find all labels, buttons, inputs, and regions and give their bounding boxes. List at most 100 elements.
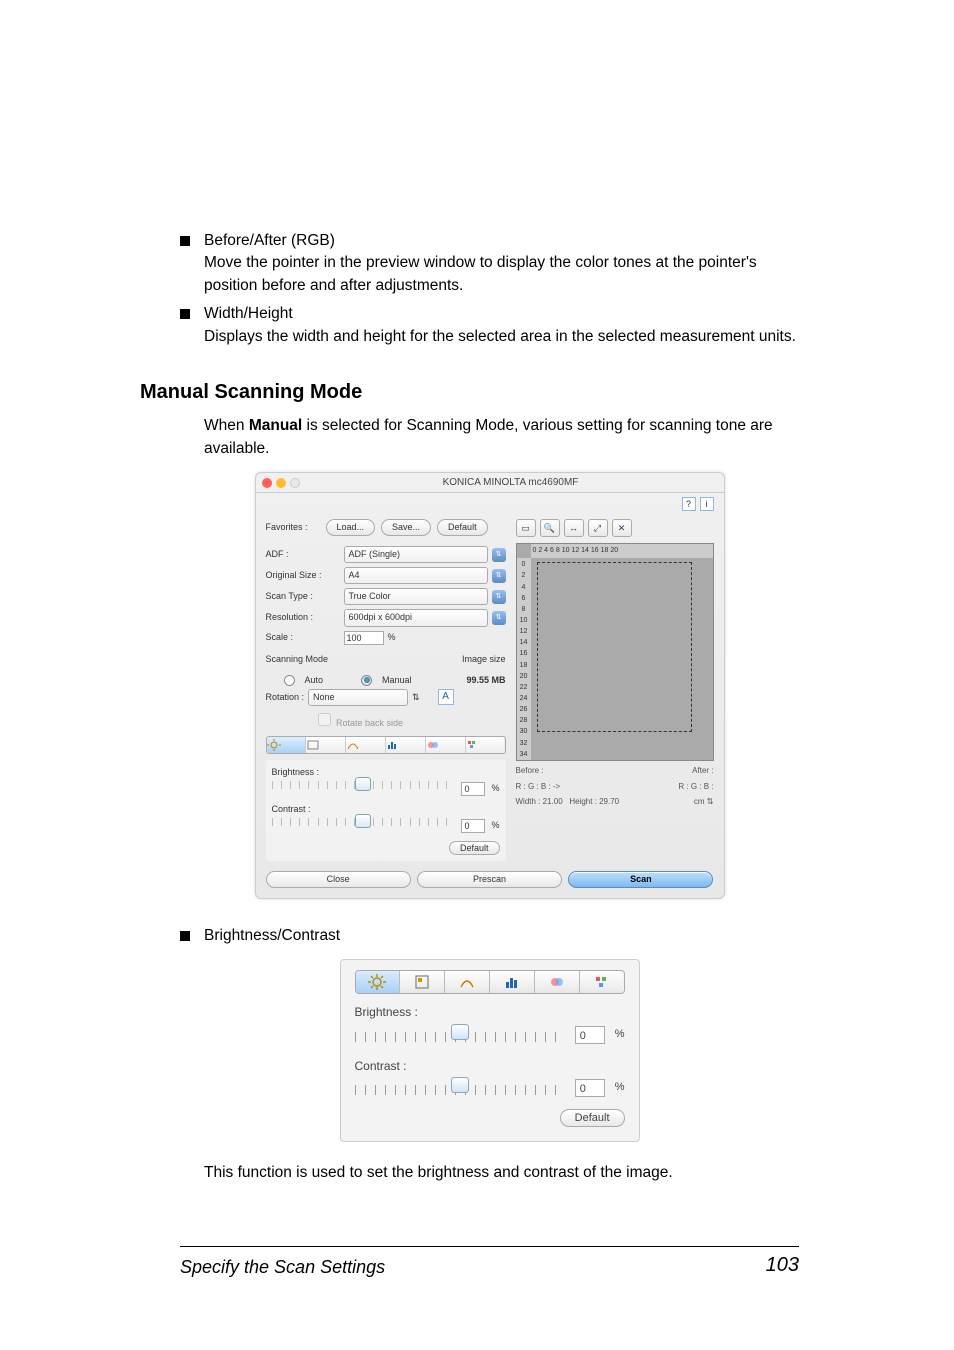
bullet-before-after: Before/After (RGB) Move the pointer in t… xyxy=(180,230,799,297)
bullet-desc: Move the pointer in the preview window t… xyxy=(204,254,757,293)
tab-hue[interactable] xyxy=(580,971,624,993)
tab-balance[interactable] xyxy=(535,971,580,993)
close-button[interactable]: Close xyxy=(266,871,411,888)
tab-balance[interactable] xyxy=(426,737,466,753)
intro-bold: Manual xyxy=(249,417,302,434)
tab-levels[interactable] xyxy=(386,737,426,753)
color-icon xyxy=(548,974,566,990)
brightness-input[interactable]: 0 xyxy=(461,782,485,796)
auto-radio[interactable] xyxy=(284,675,295,686)
fit-width-icon[interactable]: ↔ xyxy=(564,519,584,537)
fit-page-icon[interactable]: ⤢ xyxy=(588,519,608,537)
default-button[interactable]: Default xyxy=(560,1109,625,1127)
brightness-label: Brightness : xyxy=(355,1004,625,1021)
inner-default-button[interactable]: Default xyxy=(449,841,500,855)
scantype-select[interactable]: True Color xyxy=(344,588,488,605)
chevron-updown-icon[interactable]: ⇅ xyxy=(492,548,506,562)
adjust-tabstrip xyxy=(355,970,625,994)
resolution-select[interactable]: 600dpi x 600dpi xyxy=(344,609,488,626)
manual-radio[interactable] xyxy=(361,675,372,686)
preview-area[interactable]: 0 2 4 6 8 10 12 14 16 18 20 024681012141… xyxy=(516,543,714,761)
sun-icon xyxy=(368,974,386,990)
brightness-panel-screenshot: Brightness : 0 % Contrast : 0 % Default xyxy=(340,959,640,1142)
page-number: 103 xyxy=(766,1251,799,1280)
width-info: Width : 21.00 xyxy=(516,797,563,806)
intro-pre: When xyxy=(204,417,249,434)
select-tool-icon[interactable]: ▭ xyxy=(516,519,536,537)
bullet-icon xyxy=(180,236,190,246)
size-select[interactable]: A4 xyxy=(344,567,488,584)
scanmode-label: Scanning Mode xyxy=(266,653,356,666)
scantype-value: True Color xyxy=(349,590,391,603)
tab-filter[interactable] xyxy=(400,971,445,993)
crop-icon[interactable]: ✕ xyxy=(612,519,632,537)
scanner-dialog-screenshot: KONICA MINOLTA mc4690MF ? i Favorites : … xyxy=(255,472,725,899)
slider-knob[interactable] xyxy=(451,1077,469,1093)
rotate-back-label: Rotate back side xyxy=(336,718,403,728)
page-footer: Specify the Scan Settings 103 xyxy=(180,1246,799,1280)
brightness-input[interactable]: 0 xyxy=(575,1026,605,1044)
scantype-label: Scan Type : xyxy=(266,590,344,603)
bullet-width-height: Width/Height Displays the width and heig… xyxy=(180,303,799,348)
size-label: Original Size : xyxy=(266,569,344,582)
size-value: A4 xyxy=(349,569,360,582)
rotation-value: None xyxy=(313,691,335,704)
info-icon[interactable]: i xyxy=(700,497,714,511)
default-button[interactable]: Default xyxy=(437,519,488,536)
before-label: Before : xyxy=(516,766,544,775)
adjust-tabstrip xyxy=(266,736,506,754)
adf-value: ADF (Single) xyxy=(349,548,401,561)
section-intro: When Manual is selected for Scanning Mod… xyxy=(204,415,799,460)
brightness-slider[interactable] xyxy=(355,1026,565,1044)
rgb-after: R : G : B : xyxy=(678,781,713,793)
bullet-desc: Displays the width and height for the se… xyxy=(204,328,796,345)
help-icon[interactable]: ? xyxy=(682,497,696,511)
levels-icon xyxy=(386,739,400,751)
filter-icon xyxy=(413,974,431,990)
rotation-select[interactable]: None xyxy=(308,689,408,706)
contrast-slider[interactable] xyxy=(272,818,456,834)
chevron-updown-icon[interactable]: ⇅ xyxy=(492,590,506,604)
tab-curve[interactable] xyxy=(445,971,490,993)
contrast-slider[interactable] xyxy=(355,1079,565,1097)
dialog-title: KONICA MINOLTA mc4690MF xyxy=(304,476,718,491)
section-heading: Manual Scanning Mode xyxy=(140,378,799,407)
chevron-updown-icon[interactable]: ⇅ xyxy=(492,569,506,583)
titlebar: KONICA MINOLTA mc4690MF xyxy=(256,473,724,493)
slider-knob[interactable] xyxy=(451,1024,469,1040)
mirror-icon[interactable]: A xyxy=(438,689,454,705)
brightness-unit: % xyxy=(491,782,499,795)
description-paragraph: This function is used to set the brightn… xyxy=(204,1162,799,1184)
contrast-input[interactable]: 0 xyxy=(461,819,485,833)
contrast-input[interactable]: 0 xyxy=(575,1079,605,1097)
save-button[interactable]: Save... xyxy=(381,519,431,536)
zoom-tool-icon[interactable]: 🔍 xyxy=(540,519,560,537)
scale-input[interactable]: 100 xyxy=(344,631,384,645)
contrast-unit: % xyxy=(615,1080,625,1096)
zoom-icon[interactable] xyxy=(290,478,300,488)
tab-filter[interactable] xyxy=(306,737,346,753)
tab-levels[interactable] xyxy=(490,971,535,993)
tab-brightness[interactable] xyxy=(356,971,401,993)
brightness-unit: % xyxy=(615,1027,625,1043)
tab-hue[interactable] xyxy=(466,737,505,753)
contrast-label: Contrast : xyxy=(272,803,500,816)
imgsize-value: 99.55 MB xyxy=(422,674,506,687)
chevron-updown-icon[interactable]: ⇅ xyxy=(412,691,420,704)
imgsize-label: Image size xyxy=(366,653,506,666)
chevron-updown-icon[interactable]: ⇅ xyxy=(492,611,506,625)
tab-brightness[interactable] xyxy=(267,737,307,753)
minimize-icon[interactable] xyxy=(276,478,286,488)
contrast-label: Contrast : xyxy=(355,1058,625,1075)
prescan-button[interactable]: Prescan xyxy=(417,871,562,888)
scan-button[interactable]: Scan xyxy=(568,871,713,888)
adf-select[interactable]: ADF (Single) xyxy=(344,546,488,563)
tab-curve[interactable] xyxy=(346,737,386,753)
slider-knob[interactable] xyxy=(355,814,371,828)
selection-rect[interactable] xyxy=(537,562,692,732)
rotate-back-checkbox xyxy=(318,713,331,726)
load-button[interactable]: Load... xyxy=(326,519,376,536)
brightness-slider[interactable] xyxy=(272,781,456,797)
slider-knob[interactable] xyxy=(355,777,371,791)
close-icon[interactable] xyxy=(262,478,272,488)
